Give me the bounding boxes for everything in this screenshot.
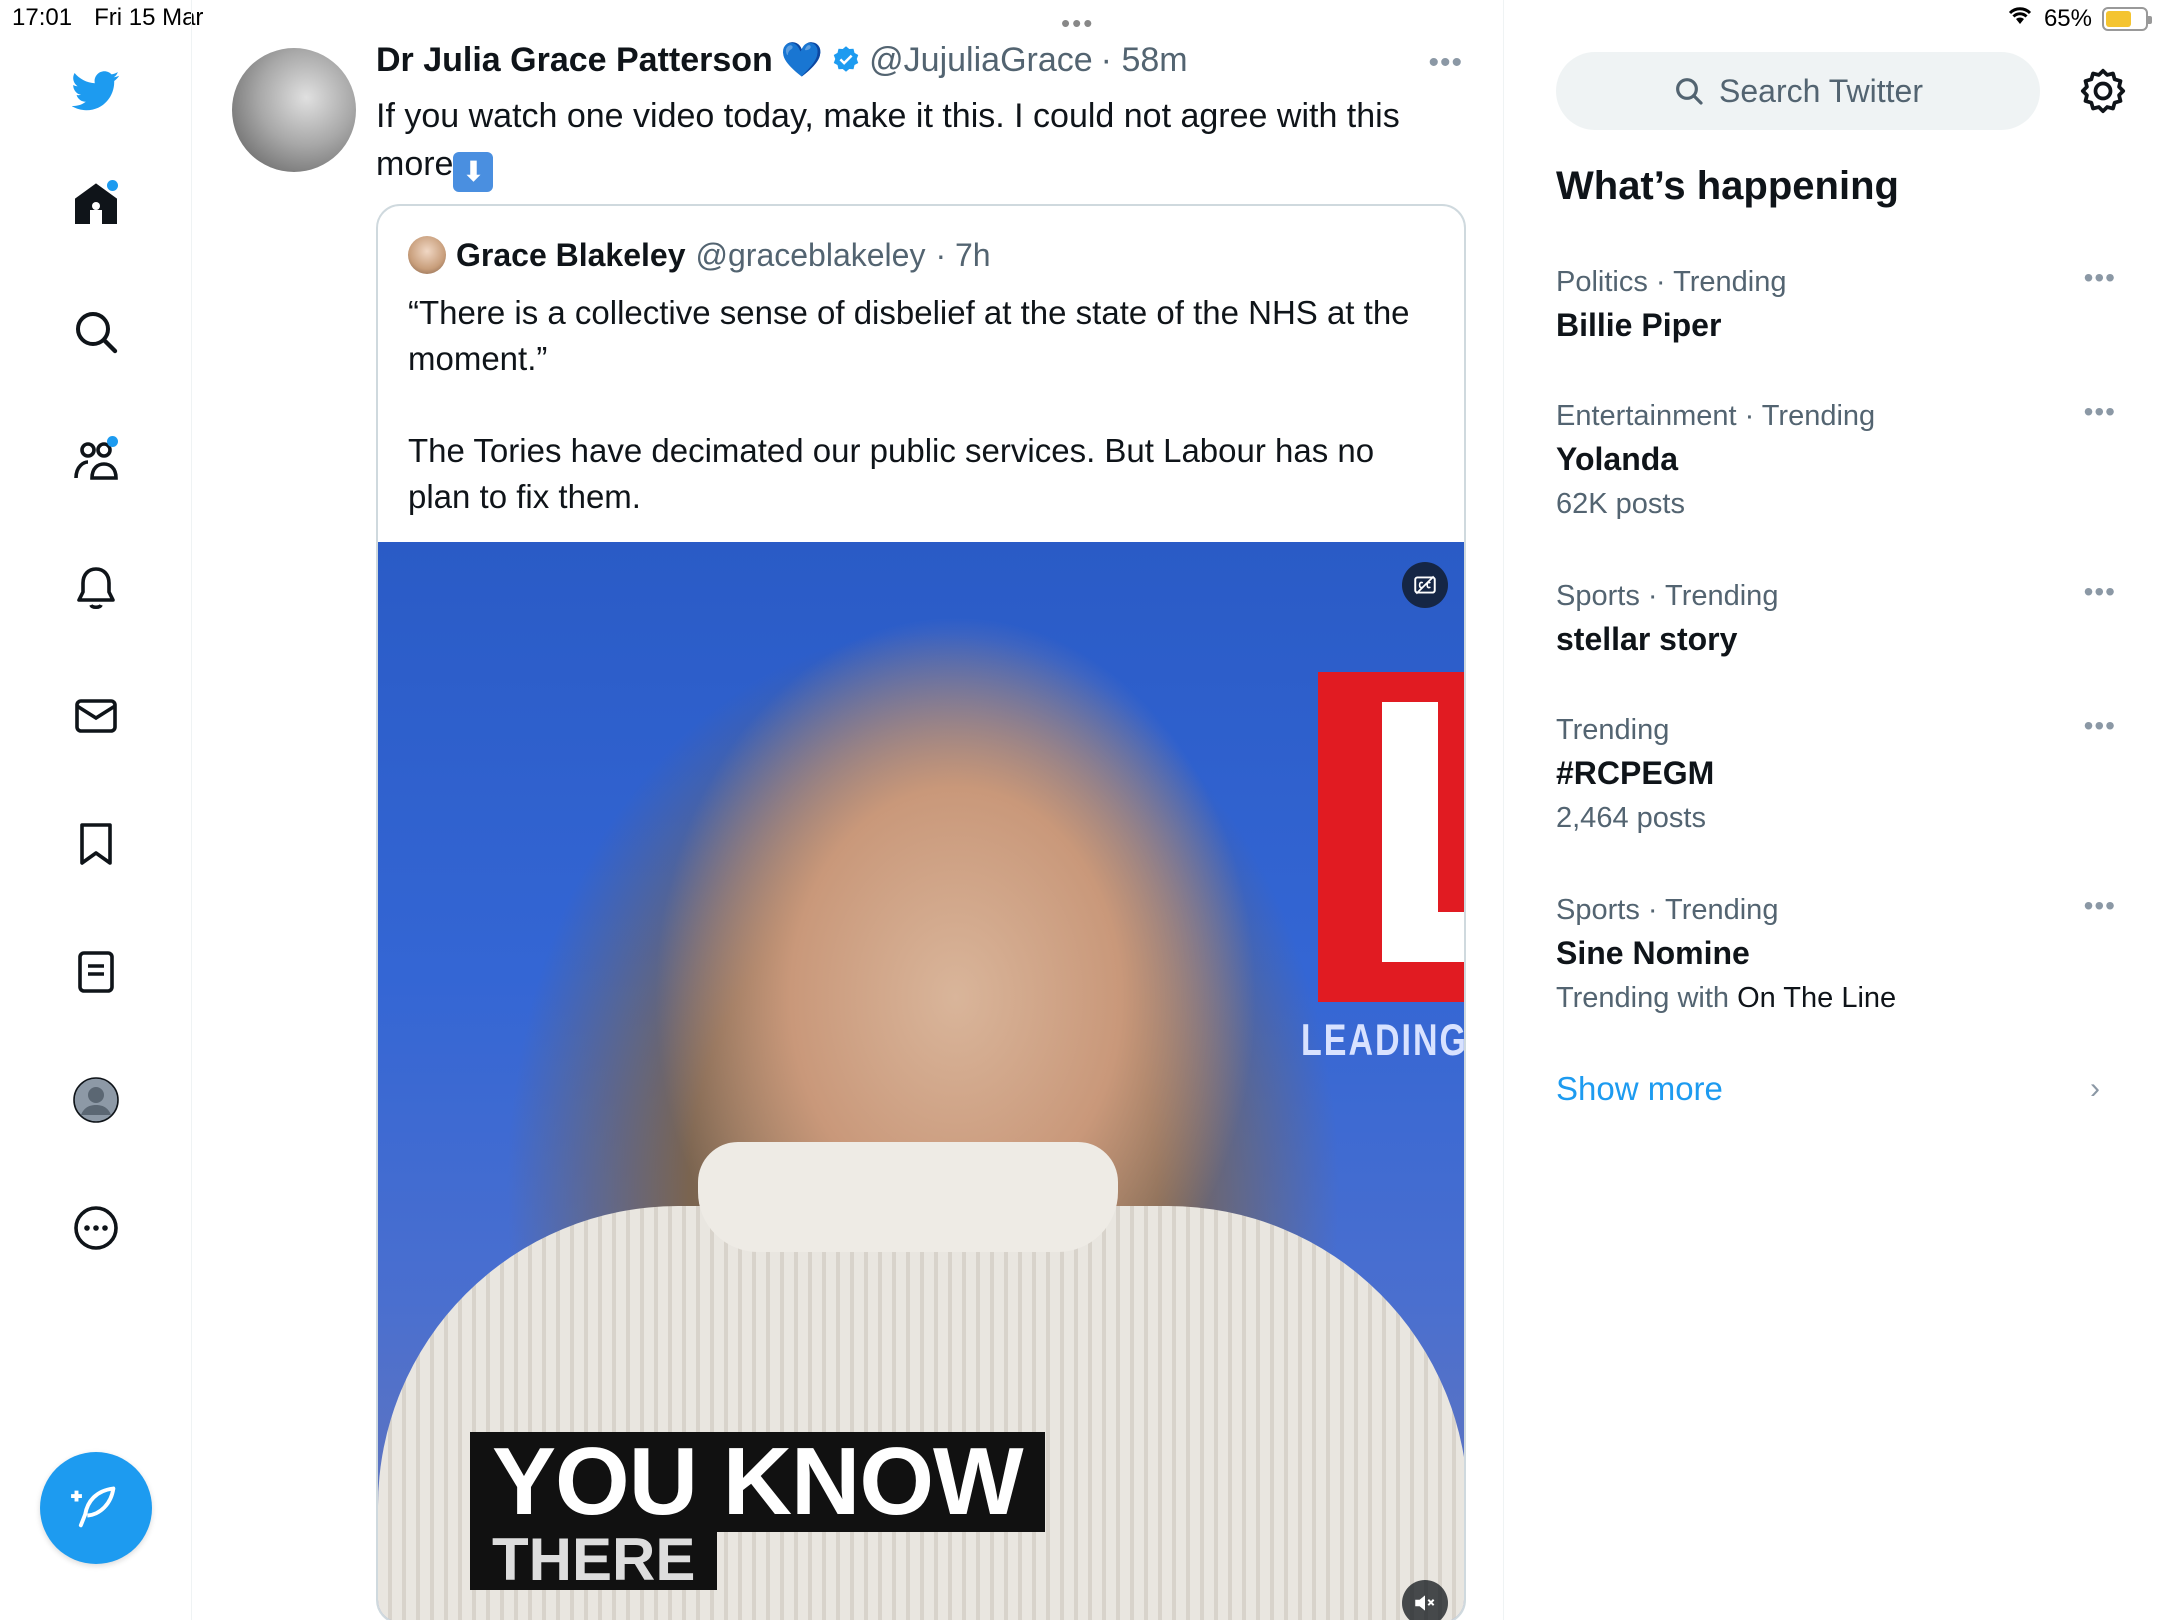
trend-trending-with-prefix: Trending with bbox=[1556, 982, 1730, 1014]
show-more-link[interactable]: Show more bbox=[1556, 1070, 1723, 1108]
lists-icon[interactable] bbox=[68, 944, 124, 1000]
trend-meta: Trending bbox=[1556, 714, 1670, 746]
more-circle-icon[interactable] bbox=[68, 1200, 124, 1256]
tweet-more-icon[interactable]: ••• bbox=[1428, 46, 1463, 80]
trend-item[interactable]: Trending #RCPEGM 2,464 posts ••• bbox=[1556, 710, 2116, 840]
trend-more-icon[interactable]: ••• bbox=[2084, 576, 2116, 608]
video-caption-line1: YOU KNOW bbox=[470, 1432, 1045, 1532]
quote-author-name: Grace Blakeley bbox=[456, 236, 686, 273]
quote-paragraph: The Tories have decimated our public ser… bbox=[408, 432, 1375, 515]
trend-item[interactable]: Sports · Trending Sine Nomine Trending w… bbox=[1556, 890, 2116, 1020]
trend-more-icon[interactable]: ••• bbox=[2084, 710, 2116, 742]
trend-more-icon[interactable]: ••• bbox=[2084, 890, 2116, 922]
search-placeholder: Search Twitter bbox=[1719, 72, 1923, 109]
quote-author-handle: @graceblakeley bbox=[695, 236, 926, 273]
left-navigation bbox=[0, 0, 192, 1620]
blue-heart-emoji: 💙 bbox=[780, 41, 824, 79]
author-name[interactable]: Dr Julia Grace Patterson bbox=[376, 41, 773, 80]
home-notification-dot bbox=[107, 180, 118, 191]
chevron-right-icon: › bbox=[2090, 1072, 2100, 1105]
quote-paragraph: “There is a collective sense of disbelie… bbox=[408, 294, 1410, 377]
search-icon[interactable] bbox=[68, 304, 124, 360]
profile-avatar-icon[interactable] bbox=[68, 1072, 124, 1128]
sign-letter-foot bbox=[1382, 912, 1464, 962]
quote-text: “There is a collective sense of disbelie… bbox=[408, 290, 1428, 566]
trend-post-count: 62K posts bbox=[1556, 488, 1685, 520]
trend-name: stellar story bbox=[1556, 621, 1738, 657]
quoted-tweet[interactable]: Grace Blakeley @graceblakeley · 7h “Ther… bbox=[376, 204, 1466, 1620]
search-icon bbox=[1676, 78, 1703, 105]
verified-badge-icon bbox=[833, 46, 859, 72]
trend-item[interactable]: Politics · Trending Billie Piper ••• bbox=[1556, 262, 2116, 348]
communities-notification-dot bbox=[107, 436, 118, 447]
trend-name: Billie Piper bbox=[1556, 307, 1722, 343]
search-input[interactable]: Search Twitter bbox=[1556, 52, 2040, 130]
mute-speaker-icon[interactable] bbox=[1402, 1580, 1448, 1620]
trend-related-link[interactable]: On The Line bbox=[1737, 982, 1896, 1014]
down-arrow-emoji: ⬇ bbox=[453, 152, 494, 192]
notifications-bell-icon[interactable] bbox=[68, 560, 124, 616]
tweet-text-body: If you watch one video today, make it th… bbox=[376, 97, 1400, 183]
trend-trending-with: Trending with On The Line bbox=[1556, 976, 2116, 1020]
trend-more-icon[interactable]: ••• bbox=[2084, 262, 2116, 294]
trend-meta: Entertainment · Trending bbox=[1556, 400, 1876, 432]
quote-header: Grace Blakeley @graceblakeley · 7h bbox=[408, 236, 991, 274]
quote-time: · 7h bbox=[935, 236, 991, 273]
whats-happening-title: What’s happening bbox=[1556, 164, 1899, 208]
compose-tweet-button[interactable] bbox=[40, 1452, 152, 1564]
twitter-bird-icon[interactable] bbox=[68, 62, 124, 118]
trend-name: Yolanda bbox=[1556, 441, 1679, 477]
sign-leading-text: LEADING bbox=[1301, 1016, 1466, 1066]
home-icon[interactable] bbox=[68, 176, 124, 232]
video-collar bbox=[698, 1142, 1118, 1252]
messages-envelope-icon[interactable] bbox=[68, 688, 124, 744]
trend-item[interactable]: Entertainment · Trending Yolanda 62K pos… bbox=[1556, 396, 2116, 526]
compose-feather-icon bbox=[71, 1486, 116, 1528]
trend-meta: Sports · Trending bbox=[1556, 894, 1779, 926]
captions-icon[interactable] bbox=[1402, 562, 1448, 608]
timeline-column: Dr Julia Grace Patterson 💙 @JujuliaGrace… bbox=[192, 0, 1504, 1620]
trend-more-icon[interactable]: ••• bbox=[2084, 396, 2116, 428]
communities-icon[interactable] bbox=[68, 432, 124, 488]
tweet-time[interactable]: · 58m bbox=[1101, 41, 1188, 80]
author-handle[interactable]: @JujuliaGrace bbox=[869, 41, 1093, 80]
tweet-header: Dr Julia Grace Patterson 💙 @JujuliaGrace… bbox=[376, 40, 1188, 80]
right-sidebar: Search Twitter What’s happening Politics… bbox=[1504, 0, 2160, 1620]
settings-gear-icon[interactable] bbox=[2078, 66, 2128, 116]
quote-author-avatar bbox=[408, 236, 446, 274]
bookmark-icon[interactable] bbox=[68, 816, 124, 872]
trend-item[interactable]: Sports · Trending stellar story ••• bbox=[1556, 576, 2116, 662]
trend-meta: Politics · Trending bbox=[1556, 266, 1787, 298]
trend-name: #RCPEGM bbox=[1556, 755, 1715, 791]
author-avatar[interactable] bbox=[232, 48, 356, 172]
trend-meta: Sports · Trending bbox=[1556, 580, 1779, 612]
tweet-text: If you watch one video today, make it th… bbox=[376, 92, 1436, 192]
video-caption-line2: THERE bbox=[470, 1530, 718, 1590]
video-player[interactable]: LEADING YOU KNOW THERE bbox=[378, 542, 1466, 1620]
trend-name: Sine Nomine bbox=[1556, 935, 1750, 971]
trend-post-count: 2,464 posts bbox=[1556, 802, 1706, 834]
